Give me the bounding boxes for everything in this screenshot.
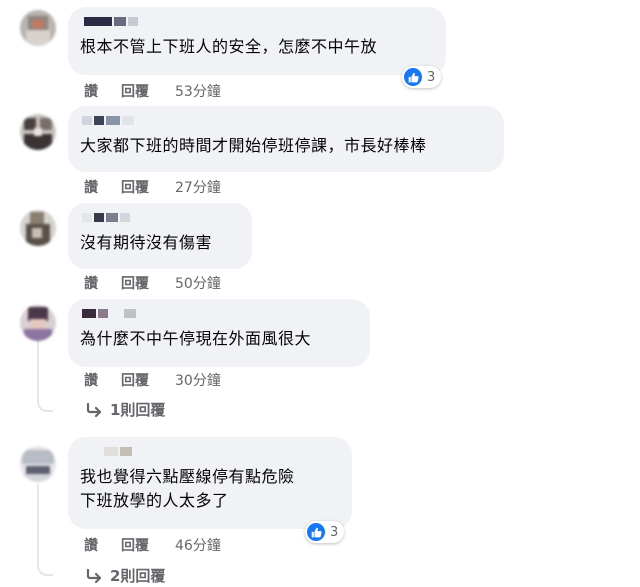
avatar[interactable] (20, 446, 56, 482)
timestamp[interactable]: 27分鐘 (175, 177, 221, 197)
comment-actions: 讚 回覆 53分鐘 (84, 81, 221, 101)
replies-count-label: 1則回覆 (110, 401, 166, 419)
comment-text: 根本不管上下班人的安全，怎麼不中午放 (80, 37, 378, 56)
thread-line (37, 340, 39, 400)
author-name-mosaic[interactable] (80, 211, 240, 225)
like-button[interactable]: 讚 (84, 370, 121, 390)
reply-arrow-icon (86, 402, 102, 417)
view-replies-link[interactable]: 1則回覆 (86, 399, 165, 420)
thread-curve (37, 560, 53, 576)
reaction-summary[interactable]: 3 (402, 66, 442, 88)
reply-button[interactable]: 回覆 (121, 273, 175, 293)
timestamp[interactable]: 46分鐘 (175, 535, 221, 555)
view-replies-link[interactable]: 2則回覆 (86, 565, 165, 586)
comment-text: 為什麼不中午停現在外面風很大 (80, 329, 312, 348)
like-button[interactable]: 讚 (84, 535, 121, 555)
avatar[interactable] (20, 210, 56, 246)
thread-curve (37, 396, 53, 412)
comment-bubble: 沒有期待沒有傷害 (68, 203, 252, 269)
thread-line (37, 484, 39, 564)
like-button[interactable]: 讚 (84, 81, 121, 101)
avatar[interactable] (20, 114, 56, 150)
comment-actions: 讚 回覆 27分鐘 (84, 177, 221, 197)
comment-actions: 讚 回覆 50分鐘 (84, 273, 221, 293)
timestamp[interactable]: 50分鐘 (175, 273, 221, 293)
like-button[interactable]: 讚 (84, 273, 121, 293)
reply-arrow-icon (86, 568, 102, 583)
author-name-mosaic[interactable] (80, 445, 340, 459)
author-name-mosaic[interactable] (80, 15, 434, 29)
comment-text: 大家都下班的時間才開始停班停課，市長好棒棒 (80, 136, 427, 155)
timestamp[interactable]: 53分鐘 (175, 81, 221, 101)
comment-text: 我也覺得六點壓線停有點危險 下班放學的人太多了 (80, 467, 295, 510)
comment-text: 沒有期待沒有傷害 (80, 233, 213, 252)
comment-bubble: 大家都下班的時間才開始停班停課，市長好棒棒 (68, 106, 504, 172)
comment-bubble: 為什麼不中午停現在外面風很大 (68, 299, 370, 367)
avatar[interactable] (20, 10, 56, 46)
thumbs-up-icon (307, 523, 325, 541)
author-name-mosaic[interactable] (80, 307, 358, 321)
thumbs-up-icon (404, 68, 422, 86)
comment-actions: 讚 回覆 30分鐘 (84, 370, 221, 390)
reply-button[interactable]: 回覆 (121, 370, 175, 390)
reaction-count: 3 (330, 524, 339, 540)
like-button[interactable]: 讚 (84, 177, 121, 197)
reaction-summary[interactable]: 3 (305, 521, 345, 543)
reply-button[interactable]: 回覆 (121, 81, 175, 101)
replies-count-label: 2則回覆 (110, 567, 166, 585)
author-name-mosaic[interactable] (80, 114, 492, 128)
reply-button[interactable]: 回覆 (121, 177, 175, 197)
comment-bubble: 根本不管上下班人的安全，怎麼不中午放 (68, 7, 446, 75)
timestamp[interactable]: 30分鐘 (175, 370, 221, 390)
comment-bubble: 我也覺得六點壓線停有點危險 下班放學的人太多了 (68, 437, 352, 529)
avatar[interactable] (20, 305, 56, 341)
comment-actions: 讚 回覆 46分鐘 (84, 535, 221, 555)
reply-button[interactable]: 回覆 (121, 535, 175, 555)
reaction-count: 3 (427, 69, 436, 85)
